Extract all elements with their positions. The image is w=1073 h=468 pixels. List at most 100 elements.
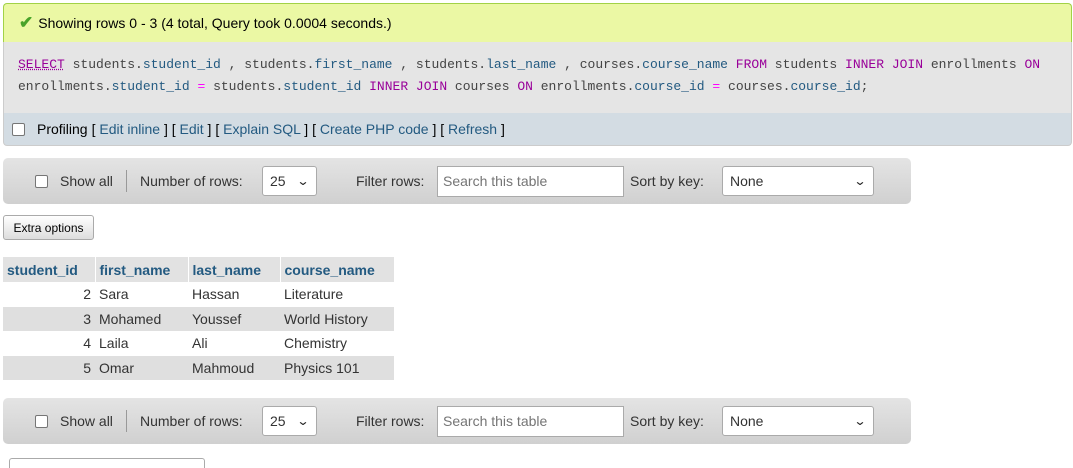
cell-student-id: 2: [3, 282, 95, 307]
sql-token: course_name: [642, 57, 728, 72]
cell-course-name: Literature: [280, 282, 394, 307]
number-of-rows-select[interactable]: 25 ⌄: [262, 166, 317, 196]
navigation-bar-top: Show all Number of rows: 25 ⌄ Filter row…: [3, 158, 911, 204]
sql-token: enrollments.: [532, 79, 635, 94]
sql-token: students.: [205, 79, 284, 94]
sql-token: courses: [447, 79, 518, 94]
navigation-bar-bottom: Show all Number of rows: 25 ⌄ Filter row…: [3, 398, 911, 444]
sort-by-key-label: Sort by key:: [630, 173, 704, 189]
show-all-control[interactable]: Show all: [35, 158, 113, 204]
number-of-rows-label: Number of rows:: [140, 413, 243, 429]
sort-by-key-value: None: [730, 173, 764, 189]
sql-token: , students.: [220, 57, 315, 72]
sql-token: INNER JOIN: [369, 79, 448, 94]
sql-token: students: [767, 57, 846, 72]
sort-by-key-select[interactable]: None ⌄: [722, 406, 874, 436]
table-row: 4 Laila Ali Chemistry: [3, 331, 394, 356]
sql-token: INNER JOIN: [845, 57, 924, 72]
sql-token: ON: [1024, 57, 1041, 72]
cell-student-id: 5: [3, 355, 95, 380]
sql-token: enrollments.: [18, 79, 112, 94]
sql-token: last_name: [486, 57, 557, 72]
sql-token: FROM: [727, 57, 767, 72]
number-of-rows-value: 25: [270, 173, 286, 189]
table-row: 5 Omar Mahmoud Physics 101: [3, 355, 394, 380]
sql-token: , students.: [392, 57, 487, 72]
filter-rows-input[interactable]: Search this table: [437, 405, 624, 437]
cell-first-name: Sara: [95, 282, 188, 307]
show-all-control[interactable]: Show all: [35, 398, 113, 444]
edit-link[interactable]: Edit: [180, 121, 204, 137]
check-icon: ✔: [19, 13, 34, 32]
query-results-operations-box: [9, 458, 205, 468]
cell-course-name: World History: [280, 306, 394, 331]
chevron-down-icon: ⌄: [296, 174, 310, 188]
status-text: Showing rows 0 - 3 (4 total, Query took …: [38, 15, 392, 31]
show-all-checkbox[interactable]: [35, 414, 48, 428]
filter-rows-input[interactable]: Search this table: [437, 165, 624, 197]
sql-query-box: SELECT students.student_id , students.fi…: [3, 42, 1072, 113]
sort-by-key-label: Sort by key:: [630, 413, 704, 429]
cell-last-name: Mahmoud: [188, 355, 280, 380]
edit-inline-link[interactable]: Edit inline: [99, 121, 160, 137]
profiling-bar: Profiling [ Edit inline ] [ Edit ] [ Exp…: [3, 113, 1072, 146]
sql-token: ON: [517, 79, 533, 94]
sql-token: enrollments: [923, 57, 1025, 72]
sql-line-1: SELECT students.student_id , students.fi…: [18, 54, 1057, 76]
table-header-row: student_id first_name last_name course_n…: [3, 257, 395, 282]
sql-token: student_id: [142, 57, 221, 72]
sort-by-key-select[interactable]: None ⌄: [722, 166, 874, 196]
extra-options-button[interactable]: Extra options: [3, 215, 94, 240]
chevron-down-icon: ⌄: [853, 174, 867, 188]
cell-course-name: Chemistry: [280, 331, 394, 356]
number-of-rows-select[interactable]: 25 ⌄: [262, 406, 317, 436]
number-of-rows-label: Number of rows:: [140, 173, 243, 189]
sql-token: student_id: [111, 79, 190, 94]
sql-token: first_name: [314, 57, 393, 72]
sort-by-key-value: None: [730, 413, 764, 429]
profiling-label: Profiling: [37, 121, 88, 137]
profiling-checkbox[interactable]: [12, 122, 25, 136]
column-header-student-id[interactable]: student_id: [3, 257, 96, 282]
column-header-first-name[interactable]: first_name: [95, 257, 189, 282]
chevron-down-icon: ⌄: [853, 414, 867, 428]
sql-token: course_id: [634, 79, 705, 94]
table-row: 3 Mohamed Youssef World History: [3, 306, 394, 331]
sql-token: SELECT: [18, 57, 65, 72]
table-row: 2 Sara Hassan Literature: [3, 282, 394, 307]
success-message: ✔ Showing rows 0 - 3 (4 total, Query too…: [3, 3, 1072, 42]
cell-last-name: Ali: [188, 331, 280, 356]
sql-token: courses.: [720, 79, 791, 94]
cell-first-name: Mohamed: [95, 306, 188, 331]
cell-last-name: Hassan: [188, 282, 280, 307]
sql-token: , courses.: [556, 57, 643, 72]
cell-first-name: Omar: [95, 355, 188, 380]
separator: [126, 398, 127, 444]
cell-student-id: 3: [3, 306, 95, 331]
number-of-rows-value: 25: [270, 413, 286, 429]
column-header-course-name[interactable]: course_name: [280, 257, 395, 282]
cell-first-name: Laila: [95, 331, 188, 356]
filter-rows-label: Filter rows:: [356, 413, 425, 429]
chevron-down-icon: ⌄: [296, 414, 310, 428]
profiling-links: [ Edit inline ] [ Edit ] [ Explain SQL ]…: [91, 121, 505, 137]
column-header-last-name[interactable]: last_name: [188, 257, 281, 282]
cell-student-id: 4: [3, 331, 95, 356]
show-all-label: Show all: [60, 413, 113, 429]
show-all-checkbox[interactable]: [35, 174, 48, 188]
separator: [126, 158, 127, 204]
sql-token: students.: [64, 57, 143, 72]
show-all-label: Show all: [60, 173, 113, 189]
sql-token: student_id: [283, 79, 362, 94]
sql-token: course_id: [790, 79, 861, 94]
explain-sql-link[interactable]: Explain SQL: [223, 121, 300, 137]
cell-last-name: Youssef: [188, 306, 280, 331]
filter-rows-label: Filter rows:: [356, 173, 425, 189]
cell-course-name: Physics 101: [280, 355, 394, 380]
refresh-link[interactable]: Refresh: [448, 121, 497, 137]
sql-line-2: enrollments.student_id = students.studen…: [18, 76, 1057, 98]
results-table: student_id first_name last_name course_n…: [3, 257, 395, 380]
create-php-code-link[interactable]: Create PHP code: [320, 121, 429, 137]
sql-token: ;: [860, 79, 869, 94]
